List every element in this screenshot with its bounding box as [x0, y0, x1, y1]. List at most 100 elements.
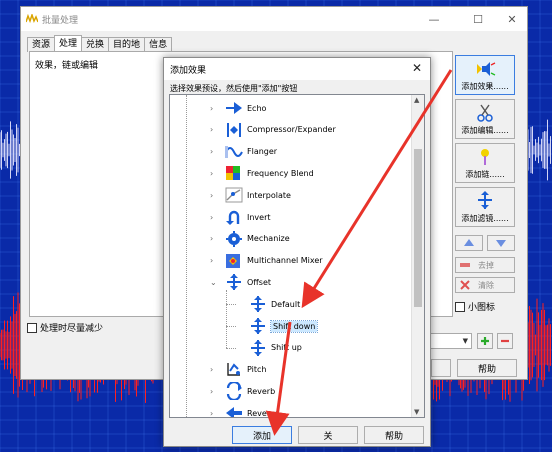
remove-preset-button[interactable]	[497, 333, 513, 349]
clear-label: 清除	[478, 280, 494, 290]
tree-item-label: Frequency Blend	[247, 168, 314, 178]
move-down-button[interactable]	[487, 235, 515, 251]
mechanize-icon	[226, 230, 242, 247]
tree-item[interactable]: › Multichannel Mixer	[210, 251, 323, 271]
offset-icon	[251, 318, 265, 334]
window-titlebar: 批量处理 — ☐ ✕	[21, 7, 527, 31]
add-button[interactable]: 添加	[232, 426, 292, 444]
arrow-up-icon	[464, 239, 474, 246]
tree-item-label: Reverse	[247, 408, 280, 418]
add-effect-label: 添加效果......	[461, 82, 509, 91]
chevron-right-icon[interactable]: ›	[210, 234, 218, 243]
tree-connector	[226, 347, 236, 349]
window-title: 批量处理	[42, 15, 79, 26]
dialog-help-label: 帮助	[384, 431, 403, 442]
tree-item[interactable]: › Invert	[210, 207, 271, 227]
speaker-icon	[477, 62, 496, 76]
add-filter-button[interactable]: 添加滤镜......	[455, 187, 515, 227]
close-button[interactable]: 关	[298, 426, 358, 444]
move-up-button[interactable]	[455, 235, 483, 251]
reduce-checkbox[interactable]	[27, 322, 37, 333]
add-chain-button[interactable]: 添加链......	[455, 143, 515, 183]
scroll-up-icon[interactable]: ▲	[414, 96, 419, 104]
tree-item[interactable]: › Mechanize	[210, 229, 290, 249]
add-preset-button[interactable]	[477, 333, 493, 349]
tree-item-label: Echo	[247, 103, 267, 113]
tree-item[interactable]: Default	[242, 294, 300, 314]
tab-destination[interactable]: 目的地	[108, 37, 146, 52]
chevron-right-icon[interactable]: ›	[210, 125, 218, 134]
scroll-down-icon[interactable]: ▼	[414, 408, 419, 416]
chevron-right-icon[interactable]: ›	[210, 191, 218, 200]
small-icons-row[interactable]: 小图标	[455, 300, 495, 313]
tree-guide-line	[186, 95, 187, 417]
tree-item[interactable]: › Frequency Blend	[210, 163, 314, 183]
tab-source[interactable]: 资源	[27, 37, 56, 52]
remove-label: 去掉	[478, 260, 494, 270]
chevron-right-icon[interactable]: ›	[210, 147, 218, 156]
chevron-right-icon[interactable]: ›	[210, 256, 218, 265]
tree-item[interactable]: › Flanger	[210, 142, 277, 162]
help-button[interactable]: 帮助	[457, 359, 517, 377]
chevron-right-icon[interactable]: ›	[210, 409, 218, 417]
tree-item-label: Mechanize	[247, 234, 290, 244]
chevron-right-icon[interactable]: ›	[210, 365, 218, 374]
tab-process[interactable]: 处理	[54, 35, 83, 52]
tree-item[interactable]: › Reverb	[210, 381, 275, 401]
tree-item[interactable]: Shift up	[242, 338, 302, 358]
tree-item[interactable]: › Pitch	[210, 360, 266, 380]
vertical-scrollbar[interactable]: ▲ ▼	[411, 95, 424, 417]
add-editor-button[interactable]: 添加编辑......	[455, 99, 515, 139]
frequency-blend-icon	[226, 166, 240, 181]
add-effect-button[interactable]: 添加效果......	[455, 55, 515, 95]
scroll-thumb[interactable]	[414, 149, 422, 307]
app-icon	[26, 14, 38, 24]
preset-dropdown[interactable]: ▼	[430, 333, 472, 349]
add-chain-label: 添加链......	[465, 170, 505, 179]
dialog-help-button[interactable]: 帮助	[364, 426, 424, 444]
echo-icon	[226, 102, 242, 114]
chevron-right-icon[interactable]: ›	[210, 104, 218, 113]
tab-info[interactable]: 信息	[144, 37, 173, 52]
flanger-icon	[225, 145, 243, 158]
tree-item[interactable]: › Echo	[210, 98, 266, 118]
reduce-checkbox-row[interactable]: 处理时尽量减少	[27, 321, 103, 334]
chevron-right-icon[interactable]: ›	[210, 169, 218, 178]
tree-item[interactable]: ⌄ Offset	[210, 272, 271, 292]
ok-button-partial[interactable]	[431, 359, 451, 377]
remove-button[interactable]: 去掉	[455, 257, 515, 273]
tree-item-label: Multichannel Mixer	[247, 256, 323, 266]
tree-item-label: Pitch	[247, 365, 267, 375]
dialog-title: 添加效果	[170, 66, 207, 76]
maximize-icon[interactable]: ☐	[465, 7, 491, 31]
panel-description: 效果，链或编辑	[35, 61, 99, 71]
tree-item[interactable]: › Reverse	[210, 403, 280, 418]
interpolate-icon	[225, 187, 243, 203]
tree-item[interactable]: Shift down	[242, 316, 319, 336]
tree-item-label: Invert	[247, 212, 271, 222]
filter-icon	[478, 191, 492, 209]
arrow-down-icon	[496, 240, 506, 247]
tab-convert[interactable]: 兑换	[81, 37, 110, 52]
plus-icon	[481, 337, 489, 345]
close-icon[interactable]: ✕	[412, 61, 422, 75]
tree-item[interactable]: › Interpolate	[210, 185, 291, 205]
tree-item[interactable]: › Compressor/Expander	[210, 120, 336, 140]
close-icon[interactable]: ✕	[499, 7, 525, 31]
clear-button[interactable]: 清除	[455, 277, 515, 293]
offset-icon	[251, 339, 265, 356]
tree-item-label: Reverb	[247, 386, 276, 396]
chevron-right-icon[interactable]: ›	[210, 387, 218, 396]
effects-tree[interactable]: ▲ ▼ › Echo › Compressor/Expander › Flanger › Fr…	[169, 94, 425, 418]
close-label: 关	[323, 431, 333, 442]
small-icons-checkbox[interactable]	[455, 301, 465, 312]
minus-icon	[501, 339, 509, 343]
chevron-right-icon[interactable]: ›	[210, 213, 218, 222]
tree-item-label: Compressor/Expander	[247, 125, 336, 135]
chevron-down-icon[interactable]: ⌄	[210, 278, 218, 287]
offset-icon	[227, 274, 241, 291]
minimize-icon[interactable]: —	[421, 7, 447, 31]
scissors-icon	[477, 104, 493, 122]
chain-icon	[481, 149, 489, 165]
clear-x-icon	[460, 280, 470, 290]
